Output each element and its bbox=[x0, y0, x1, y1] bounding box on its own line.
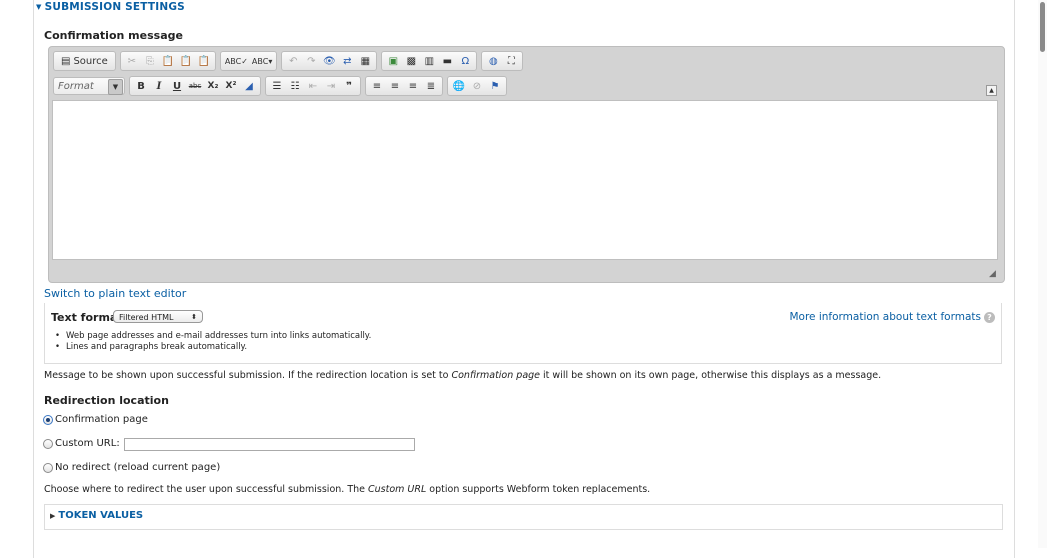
radio-button[interactable] bbox=[43, 462, 53, 473]
undo-group: ↶ ↷ 👁 ⇄ ▦ bbox=[281, 51, 378, 71]
unlink-icon[interactable]: ⊘ bbox=[469, 78, 485, 94]
iframe-icon[interactable]: ◍ bbox=[485, 53, 501, 69]
rich-text-editor: ▤ Source ✂ ⎘ 📋 📋 📋 ABC✓ ABC▾ ↶ ↷ 👁 ⇄ ▦ ▣ … bbox=[48, 46, 1005, 283]
token-values-toggle[interactable]: ▶ TOKEN VALUES bbox=[50, 510, 143, 521]
align-group: ≡ ≡ ≡ ≣ bbox=[365, 76, 443, 96]
radio-button[interactable] bbox=[43, 438, 53, 449]
cut-icon[interactable]: ✂ bbox=[124, 53, 140, 69]
superscript-button[interactable]: X² bbox=[223, 78, 239, 94]
underline-button[interactable]: U bbox=[169, 78, 185, 94]
text-format-select[interactable]: Filtered HTML ⬍ bbox=[113, 310, 203, 323]
text-format-tips: Web page addresses and e-mail addresses … bbox=[55, 331, 371, 353]
switch-to-plain-text-link[interactable]: Switch to plain text editor bbox=[44, 287, 186, 300]
submission-settings-toggle[interactable]: ▼ SUBMISSION SETTINGS bbox=[36, 1, 185, 13]
table-icon[interactable]: ▥ bbox=[421, 53, 437, 69]
radio-label: Custom URL: bbox=[55, 438, 120, 449]
radio-custom-url[interactable]: Custom URL: bbox=[43, 438, 120, 449]
source-icon: ▤ bbox=[61, 55, 71, 67]
more-info-text-formats[interactable]: More information about text formats ? bbox=[789, 311, 995, 323]
text-format-wrapper: Text format Filtered HTML ⬍ More informa… bbox=[44, 303, 1002, 364]
help-icon[interactable]: ? bbox=[984, 311, 995, 323]
radio-confirmation-page[interactable]: Confirmation page bbox=[43, 414, 148, 425]
source-group: ▤ Source bbox=[53, 51, 116, 71]
paste-text-icon[interactable]: 📋 bbox=[178, 53, 194, 69]
editor-toolbar-row-2: Format ▼ B I U abc X₂ X² ◢ ☰ ☷ ⇤ ⇥ ❞ ≡ ≡… bbox=[53, 76, 507, 96]
align-justify-icon[interactable]: ≣ bbox=[423, 78, 439, 94]
align-left-icon[interactable]: ≡ bbox=[369, 78, 385, 94]
radio-label: No redirect (reload current page) bbox=[55, 462, 221, 473]
editor-content-area[interactable] bbox=[52, 100, 998, 260]
maximize-icon[interactable]: ⛶ bbox=[503, 53, 519, 69]
redirection-description: Choose where to redirect the user upon s… bbox=[44, 484, 651, 495]
format-dropdown[interactable]: Format ▼ bbox=[53, 77, 125, 95]
radio-label: Confirmation page bbox=[55, 414, 148, 425]
redirection-location-label: Redirection location bbox=[44, 394, 169, 407]
bold-button[interactable]: B bbox=[133, 78, 149, 94]
replace-icon[interactable]: ⇄ bbox=[339, 53, 355, 69]
token-values-fieldset: ▶ TOKEN VALUES bbox=[44, 504, 1003, 530]
undo-icon[interactable]: ↶ bbox=[285, 53, 301, 69]
vertical-scrollbar[interactable] bbox=[1038, 0, 1047, 548]
resize-grip-icon[interactable]: ◢ bbox=[989, 269, 999, 279]
anchor-flag-icon[interactable]: ⚑ bbox=[487, 78, 503, 94]
list-group: ☰ ☷ ⇤ ⇥ ❞ bbox=[265, 76, 361, 96]
bulleted-list-icon[interactable]: ☷ bbox=[287, 78, 303, 94]
tip-item: Lines and paragraphs break automatically… bbox=[55, 342, 371, 353]
text-format-label: Text format bbox=[51, 311, 123, 324]
strikethrough-button[interactable]: abc bbox=[187, 78, 203, 94]
subscript-button[interactable]: X₂ bbox=[205, 78, 221, 94]
align-center-icon[interactable]: ≡ bbox=[387, 78, 403, 94]
tools-group: ◍ ⛶ bbox=[481, 51, 524, 71]
chevron-down-icon: ▼ bbox=[108, 79, 123, 95]
custom-url-input[interactable] bbox=[124, 438, 415, 451]
numbered-list-icon[interactable]: ☰ bbox=[269, 78, 285, 94]
flash-icon[interactable]: ▩ bbox=[403, 53, 419, 69]
insert-group: ▣ ▩ ▥ ▬ Ω bbox=[381, 51, 478, 71]
redo-icon[interactable]: ↷ bbox=[303, 53, 319, 69]
link-group: 🌐 ⊘ ⚑ bbox=[447, 76, 507, 96]
tip-item: Web page addresses and e-mail addresses … bbox=[55, 331, 371, 342]
radio-button-checked[interactable] bbox=[43, 414, 53, 425]
italic-button[interactable]: I bbox=[151, 78, 167, 94]
align-right-icon[interactable]: ≡ bbox=[405, 78, 421, 94]
editor-toolbar-row-1: ▤ Source ✂ ⎘ 📋 📋 📋 ABC✓ ABC▾ ↶ ↷ 👁 ⇄ ▦ ▣ … bbox=[53, 51, 524, 71]
spellcheck-icon[interactable]: ABC✓ bbox=[224, 53, 249, 69]
link-icon[interactable]: 🌐 bbox=[451, 78, 467, 94]
confirmation-message-label: Confirmation message bbox=[44, 29, 183, 42]
expanded-triangle-icon: ▼ bbox=[36, 3, 42, 11]
special-char-icon[interactable]: Ω bbox=[457, 53, 473, 69]
horizontal-rule-icon[interactable]: ▬ bbox=[439, 53, 455, 69]
spellcheck-group: ABC✓ ABC▾ bbox=[219, 51, 278, 71]
outdent-icon[interactable]: ⇤ bbox=[305, 78, 321, 94]
remove-format-icon[interactable]: ◢ bbox=[241, 78, 257, 94]
collapsed-triangle-icon: ▶ bbox=[50, 511, 56, 520]
confirmation-message-description: Message to be shown upon successful subm… bbox=[44, 370, 882, 381]
more-info-link[interactable]: More information about text formats bbox=[789, 311, 981, 323]
blockquote-button[interactable]: ❞ bbox=[341, 78, 357, 94]
source-button[interactable]: ▤ Source bbox=[57, 53, 112, 69]
token-values-title: TOKEN VALUES bbox=[58, 510, 144, 521]
paste-word-icon[interactable]: 📋 bbox=[196, 53, 212, 69]
collapse-toolbar-icon[interactable]: ▲ bbox=[986, 85, 997, 96]
image-icon[interactable]: ▣ bbox=[385, 53, 401, 69]
radio-no-redirect[interactable]: No redirect (reload current page) bbox=[43, 462, 220, 473]
indent-icon[interactable]: ⇥ bbox=[323, 78, 339, 94]
paste-icon[interactable]: 📋 bbox=[160, 53, 176, 69]
copy-icon[interactable]: ⎘ bbox=[142, 53, 158, 69]
clipboard-group: ✂ ⎘ 📋 📋 📋 bbox=[119, 51, 216, 71]
submission-settings-title: SUBMISSION SETTINGS bbox=[44, 1, 185, 13]
basic-styles-group: B I U abc X₂ X² ◢ bbox=[129, 76, 261, 96]
spellcheck-as-you-type-icon[interactable]: ABC▾ bbox=[251, 53, 273, 69]
select-arrows-icon: ⬍ bbox=[191, 313, 197, 321]
scrollbar-thumb[interactable] bbox=[1040, 2, 1045, 52]
select-all-icon[interactable]: ▦ bbox=[357, 53, 373, 69]
find-icon[interactable]: 👁 bbox=[321, 53, 337, 69]
